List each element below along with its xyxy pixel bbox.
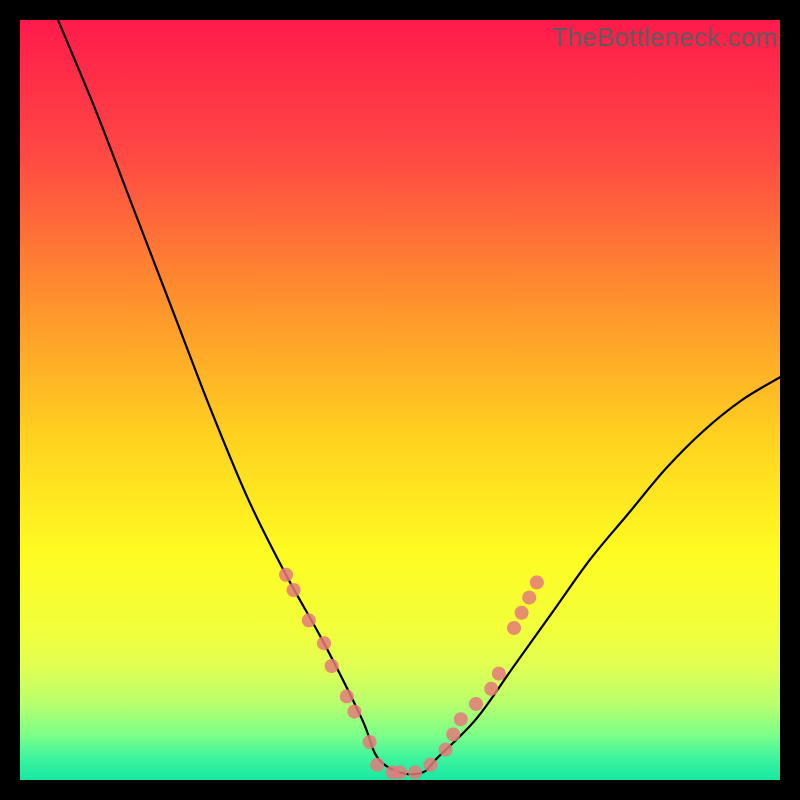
background-gradient (20, 20, 780, 780)
watermark-text: TheBottleneck.com (552, 22, 778, 53)
chart-frame (20, 20, 780, 780)
